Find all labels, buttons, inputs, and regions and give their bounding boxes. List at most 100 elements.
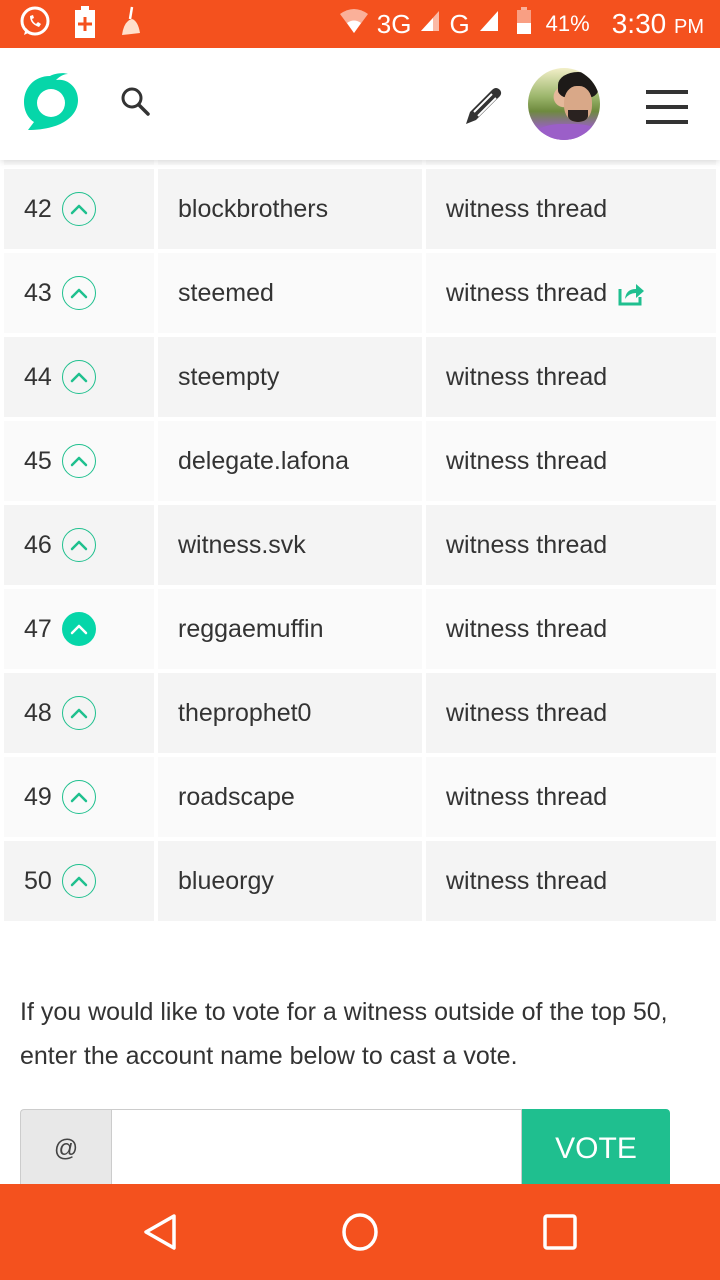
- witness-thread-link[interactable]: witness thread: [446, 195, 607, 224]
- witness-thread-cell: witness thread: [426, 841, 716, 921]
- witness-name-cell: steempty: [158, 337, 422, 417]
- witness-row: 49 roadscape witness thread: [0, 757, 720, 841]
- status-bar: 3G G 41% 3:30 PM: [0, 0, 720, 48]
- witness-thread-link[interactable]: witness thread: [446, 363, 607, 392]
- vote-info-text: If you would like to vote for a witness …: [20, 998, 668, 1070]
- rank-cell: 42: [4, 169, 154, 249]
- witness-row: 46 witness.svk witness thread: [0, 505, 720, 589]
- witness-rank: 45: [24, 446, 52, 475]
- clock-time: 3:30: [611, 8, 667, 39]
- witness-thread-cell: witness thread: [426, 337, 716, 417]
- witness-rank: 46: [24, 530, 52, 559]
- witness-table: 41josephwitness thread42blockbrotherswit…: [0, 85, 720, 925]
- witness-thread-link[interactable]: witness thread: [446, 867, 607, 896]
- witness-name-cell: steemed: [158, 253, 422, 333]
- external-link-icon[interactable]: [617, 279, 645, 307]
- witness-name-cell: witness.svk: [158, 505, 422, 585]
- witness-name-link[interactable]: steemed: [178, 279, 274, 308]
- clock-ampm: PM: [674, 16, 704, 38]
- witness-name-link[interactable]: steempty: [178, 363, 279, 392]
- account-name-input[interactable]: [111, 1109, 522, 1189]
- witness-thread-cell: witness thread: [426, 673, 716, 753]
- witness-rank: 50: [24, 866, 52, 895]
- rank-cell: 48: [4, 673, 154, 753]
- witness-name-link[interactable]: reggaemuffin: [178, 615, 323, 644]
- witness-row: 50 blueorgy witness thread: [0, 841, 720, 925]
- upvote-chevron-icon[interactable]: [62, 276, 96, 310]
- upvote-chevron-icon[interactable]: [62, 696, 96, 730]
- witness-name-link[interactable]: delegate.lafona: [178, 447, 349, 476]
- witness-thread-cell: witness thread: [426, 505, 716, 585]
- witness-thread-cell: witness thread: [426, 757, 716, 837]
- clock: 3:30 PM: [612, 8, 704, 40]
- witness-row: 48 theprophet0 witness thread: [0, 673, 720, 757]
- menu-line: [646, 105, 688, 109]
- witness-name-link[interactable]: blueorgy: [178, 867, 274, 896]
- home-icon[interactable]: [340, 1212, 380, 1252]
- witness-name-link[interactable]: theprophet0: [178, 699, 311, 728]
- app-header: [0, 48, 720, 160]
- witness-thread-link[interactable]: witness thread: [446, 279, 607, 308]
- rank-cell: 46: [4, 505, 154, 585]
- witness-name-cell: blueorgy: [158, 841, 422, 921]
- user-avatar[interactable]: [528, 68, 600, 140]
- witness-row: 42 blockbrothers witness thread: [0, 169, 720, 253]
- vote-button[interactable]: VOTE: [522, 1109, 670, 1189]
- witness-rank: 44: [24, 362, 52, 391]
- rank-cell: 49: [4, 757, 154, 837]
- rank-cell: 43: [4, 253, 154, 333]
- witness-thread-link[interactable]: witness thread: [446, 783, 607, 812]
- recents-icon[interactable]: [540, 1212, 580, 1252]
- pencil-icon[interactable]: [462, 84, 504, 126]
- witness-thread-link[interactable]: witness thread: [446, 531, 607, 560]
- witness-rank: 47: [24, 614, 52, 643]
- witness-thread-cell: witness thread: [426, 589, 716, 669]
- witness-thread-link[interactable]: witness thread: [446, 699, 607, 728]
- witness-thread-link[interactable]: witness thread: [446, 447, 607, 476]
- witness-name-cell: roadscape: [158, 757, 422, 837]
- witness-row: 43 steemed witness thread: [0, 253, 720, 337]
- upvote-chevron-icon[interactable]: [62, 192, 96, 226]
- upvote-chevron-icon[interactable]: [62, 864, 96, 898]
- upvote-chevron-icon[interactable]: [62, 360, 96, 394]
- witness-name-cell: reggaemuffin: [158, 589, 422, 669]
- witness-name-cell: blockbrothers: [158, 169, 422, 249]
- steemit-logo[interactable]: [20, 72, 80, 132]
- avatar-shirt: [538, 124, 598, 140]
- whatsapp-icon: [18, 5, 52, 44]
- witness-thread-cell: witness thread: [426, 421, 716, 501]
- witness-row: 47 reggaemuffin witness thread: [0, 589, 720, 673]
- witness-name-link[interactable]: blockbrothers: [178, 195, 328, 224]
- witness-rank: 49: [24, 782, 52, 811]
- witness-thread-link[interactable]: witness thread: [446, 615, 607, 644]
- upvote-chevron-icon[interactable]: [62, 780, 96, 814]
- avatar-beard: [568, 110, 588, 122]
- witness-rank: 42: [24, 194, 52, 223]
- witness-row: 44 steempty witness thread: [0, 337, 720, 421]
- rank-cell: 45: [4, 421, 154, 501]
- search-icon[interactable]: [118, 84, 154, 120]
- battery-percent: 41%: [545, 11, 590, 36]
- screen: 3G G 41% 3:30 PM 42 blockbrothers witnes…: [0, 0, 720, 1280]
- witness-thread-cell: witness thread: [426, 169, 716, 249]
- witness-name-cell: theprophet0: [158, 673, 422, 753]
- back-icon[interactable]: [140, 1212, 180, 1252]
- menu-line: [646, 120, 688, 124]
- upvote-chevron-icon[interactable]: [62, 612, 96, 646]
- witness-name-link[interactable]: roadscape: [178, 783, 295, 812]
- witness-rank: 48: [24, 698, 52, 727]
- wifi-icon: [339, 8, 369, 41]
- witness-name-link[interactable]: witness.svk: [178, 531, 306, 560]
- cleaner-icon: [118, 5, 144, 44]
- witness-name-cell: delegate.lafona: [158, 421, 422, 501]
- at-addon: @: [20, 1109, 111, 1189]
- signal-icon-2: [478, 9, 500, 40]
- rank-cell: 50: [4, 841, 154, 921]
- upvote-chevron-icon[interactable]: [62, 528, 96, 562]
- rank-cell: 44: [4, 337, 154, 417]
- rank-cell: 47: [4, 589, 154, 669]
- signal-icon: [419, 9, 441, 40]
- vote-form: @ VOTE: [20, 1109, 670, 1189]
- hamburger-menu-icon[interactable]: [646, 90, 688, 124]
- upvote-chevron-icon[interactable]: [62, 444, 96, 478]
